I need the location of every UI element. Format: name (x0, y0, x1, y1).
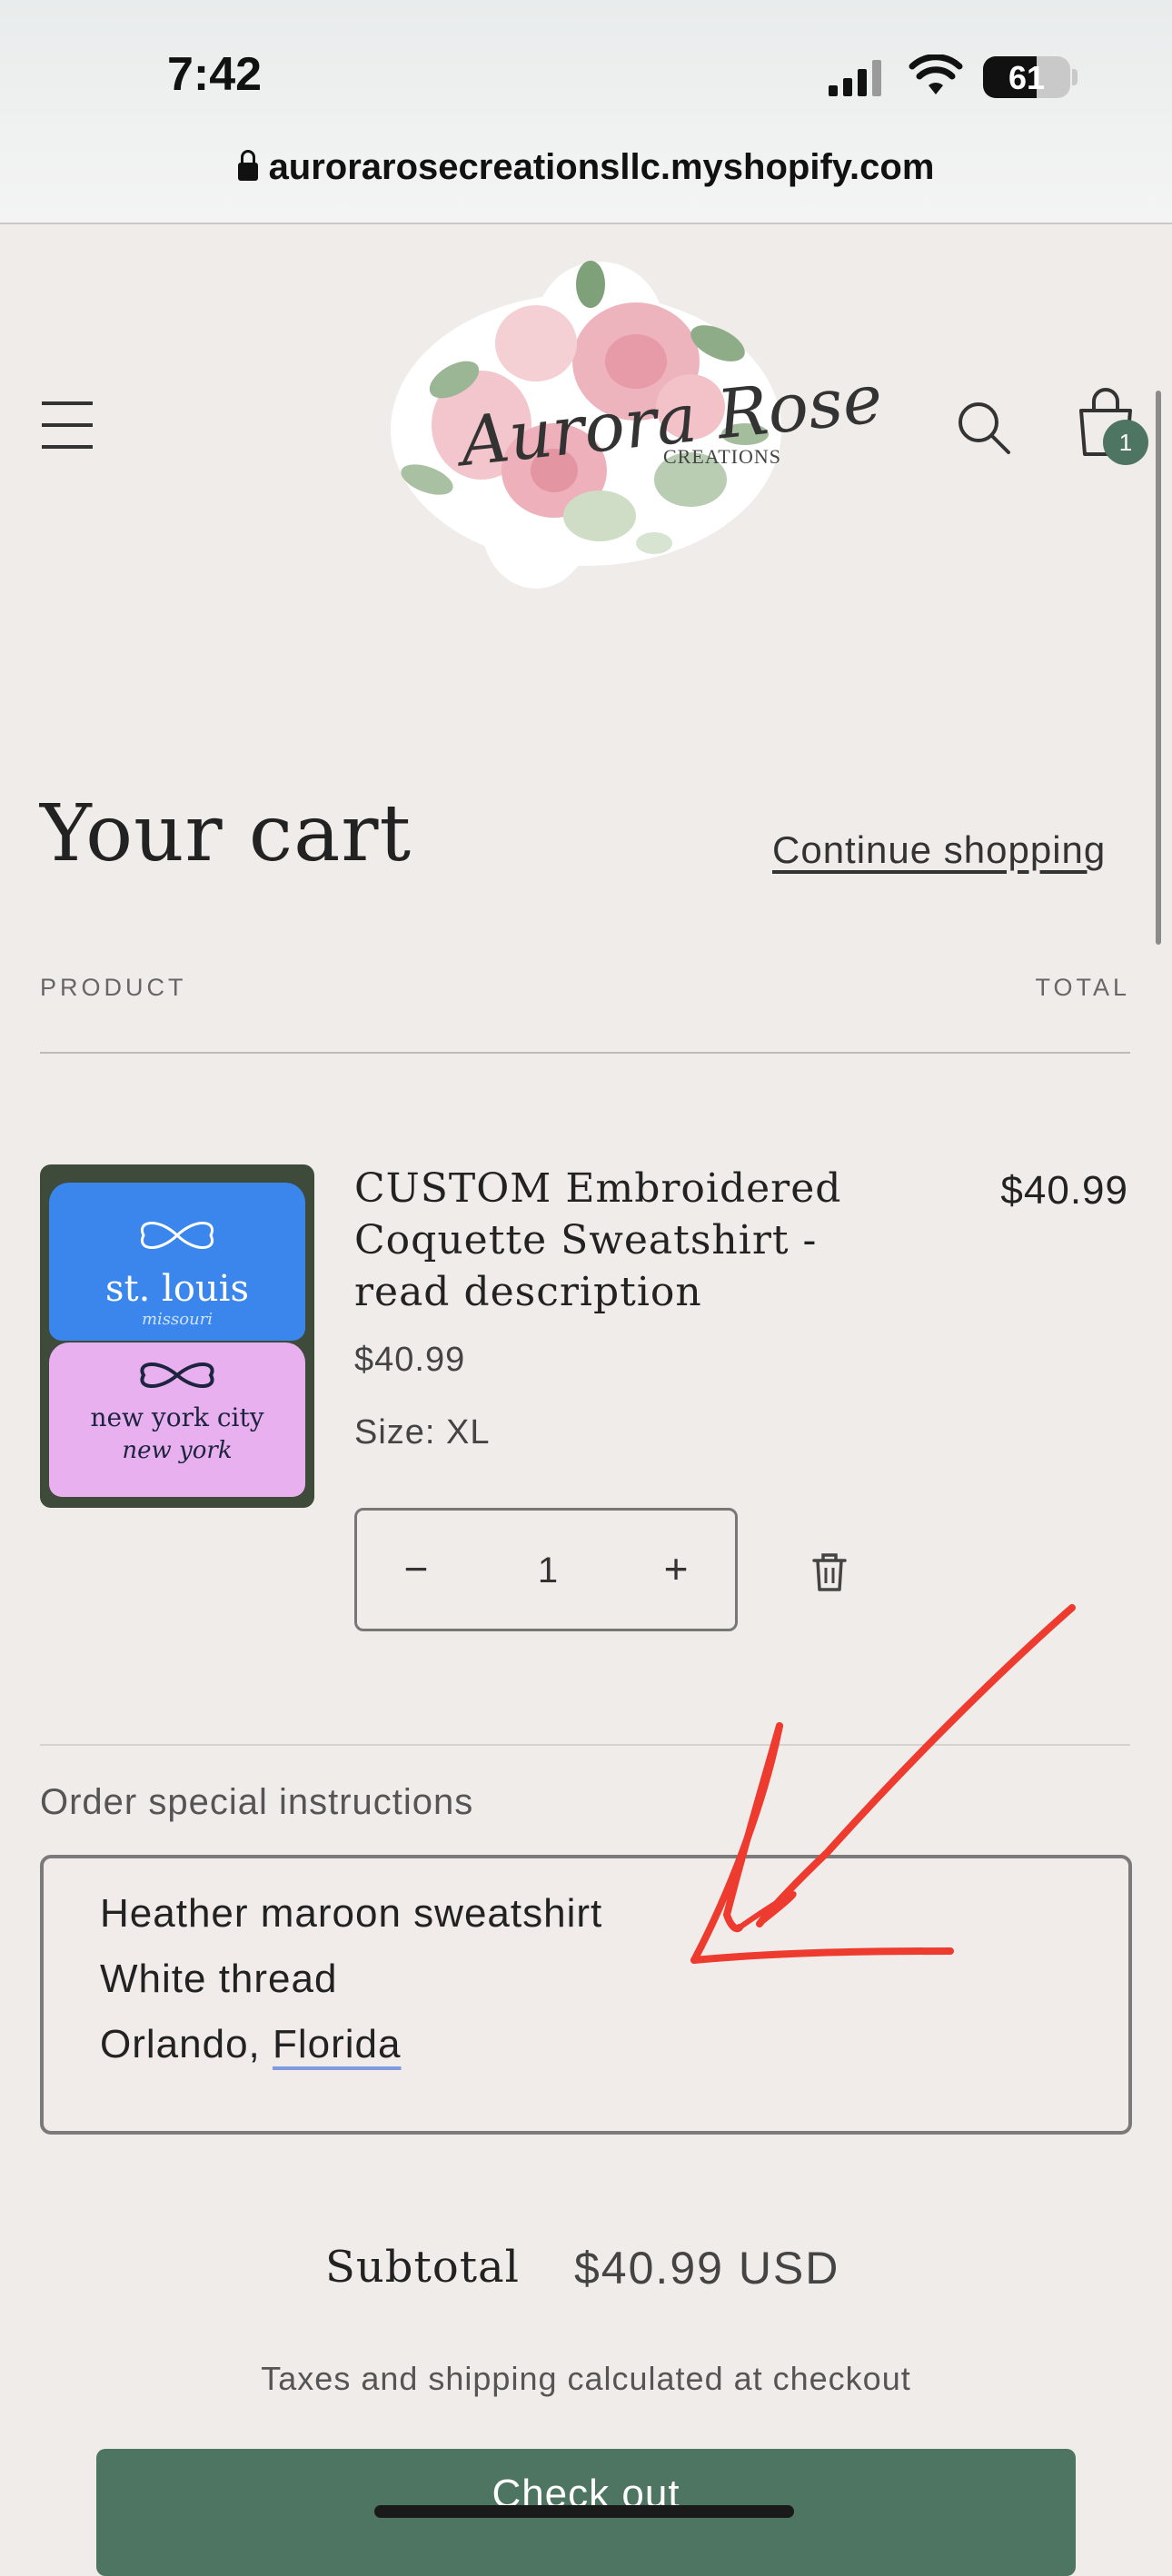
line-item-total: $40.99 (1000, 1168, 1128, 1213)
continue-shopping-link[interactable]: Continue shopping (772, 828, 1106, 872)
url-text: aurorarosecreationsllc.myshopify.com (268, 147, 935, 187)
bow-embroidery-icon (140, 1362, 214, 1389)
search-icon[interactable] (956, 400, 1012, 456)
column-header-product: PRODUCT (40, 974, 187, 1001)
product-image[interactable]: st. louis missouri new york city new yor… (40, 1164, 314, 1508)
cart-count-badge: 1 (1103, 420, 1148, 465)
quantity-input[interactable] (475, 1511, 621, 1630)
instructions-line: Orlando, Florida (100, 2022, 401, 2067)
page-title: Your cart (40, 788, 412, 879)
divider (40, 1052, 1130, 1054)
menu-button[interactable] (42, 400, 93, 451)
status-time: 7:42 (167, 48, 263, 101)
store-logo[interactable]: Aurora Rose CREATIONS (372, 243, 886, 607)
decrease-quantity-button[interactable]: − (366, 1511, 466, 1629)
product-name-link[interactable]: CUSTOM Embroidered Coquette Sweatshirt -… (354, 1163, 918, 1318)
battery-tip (1072, 69, 1078, 85)
instructions-line: White thread (100, 1957, 338, 2001)
spellcheck-underlined-word: Florida (272, 2022, 402, 2066)
sweatshirt-text-bottom: new york city (90, 1402, 264, 1432)
subtotal-value: $40.99 USD (574, 2243, 840, 2294)
cellular-signal-icon (829, 60, 881, 96)
wifi-icon (909, 54, 963, 94)
page-scrollbar[interactable] (1156, 391, 1161, 945)
sweatshirt-subtext-top: missouri (141, 1310, 214, 1329)
lock-icon (237, 150, 258, 181)
logo-subtext: CREATIONS (663, 445, 782, 468)
battery-icon: 61 (983, 56, 1070, 98)
column-header-total: TOTAL (1035, 974, 1130, 1001)
tax-note: Taxes and shipping calculated at checkou… (261, 2360, 911, 2397)
browser-status-bar (0, 0, 1172, 224)
instructions-label: Order special instructions (40, 1782, 474, 1822)
product-unit-price: $40.99 (354, 1341, 466, 1379)
blue-sweatshirt: st. louis missouri (49, 1183, 305, 1341)
instructions-text: Orlando, (100, 2022, 273, 2066)
hand-drawn-arrow-annotation (690, 1604, 1076, 1964)
address-bar[interactable]: aurorarosecreationsllc.myshopify.com (0, 147, 1172, 188)
subtotal-label: Subtotal (325, 2242, 520, 2293)
sweatshirt-subtext-bottom: new york (122, 1437, 233, 1464)
bow-embroidery-icon (140, 1222, 214, 1249)
home-indicator (374, 2505, 794, 2518)
trash-icon[interactable] (807, 1550, 852, 1593)
product-variant: Size: XL (354, 1413, 491, 1451)
sweatshirt-text-top: st. louis (105, 1268, 249, 1310)
instructions-line: Heather maroon sweatshirt (100, 1891, 603, 1936)
battery-percentage: 61 (1008, 59, 1046, 96)
pink-sweatshirt: new york city new york (49, 1342, 305, 1497)
